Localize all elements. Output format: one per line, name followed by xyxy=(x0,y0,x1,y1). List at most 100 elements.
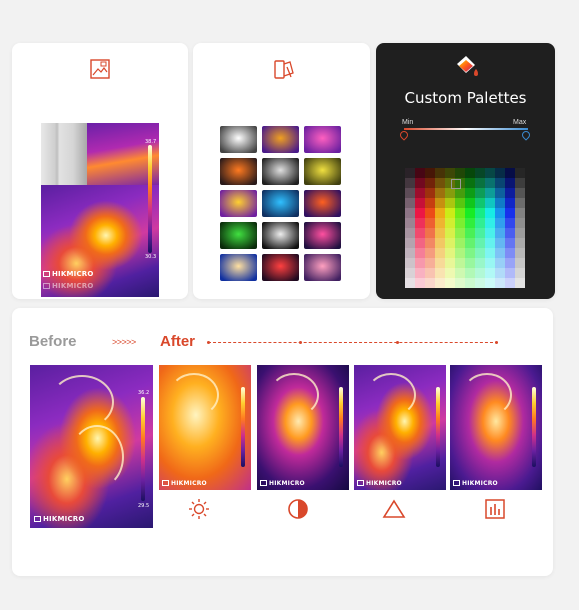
color-swatch[interactable] xyxy=(405,168,415,178)
color-swatch[interactable] xyxy=(445,238,455,248)
color-swatch[interactable] xyxy=(475,188,485,198)
color-swatch[interactable] xyxy=(445,208,455,218)
palette-thumbnail[interactable] xyxy=(262,222,299,249)
color-swatch[interactable] xyxy=(435,268,445,278)
color-swatch[interactable] xyxy=(515,208,525,218)
color-swatch[interactable] xyxy=(425,188,435,198)
color-swatch[interactable] xyxy=(475,258,485,268)
color-swatch[interactable] xyxy=(505,248,515,258)
color-swatch[interactable] xyxy=(415,218,425,228)
color-swatch[interactable] xyxy=(495,218,505,228)
color-swatch[interactable] xyxy=(485,168,495,178)
color-swatch[interactable] xyxy=(405,218,415,228)
color-swatch[interactable] xyxy=(465,208,475,218)
color-swatch[interactable] xyxy=(415,228,425,238)
color-swatch[interactable] xyxy=(505,178,515,188)
color-swatch[interactable] xyxy=(475,238,485,248)
color-swatch[interactable] xyxy=(435,248,445,258)
color-swatch[interactable] xyxy=(435,168,445,178)
color-swatch[interactable] xyxy=(515,198,525,208)
palette-thumbnail[interactable] xyxy=(262,126,299,153)
color-swatch[interactable] xyxy=(485,178,495,188)
color-swatch[interactable] xyxy=(455,228,465,238)
palette-thumbnail[interactable] xyxy=(220,222,257,249)
color-swatch[interactable] xyxy=(455,188,465,198)
color-swatch[interactable] xyxy=(515,168,525,178)
color-swatch[interactable] xyxy=(485,258,495,268)
color-swatch[interactable] xyxy=(415,258,425,268)
color-swatch[interactable] xyxy=(475,198,485,208)
color-swatch[interactable] xyxy=(515,228,525,238)
color-swatch[interactable] xyxy=(485,248,495,258)
palette-thumbnail[interactable] xyxy=(220,126,257,153)
color-swatch[interactable] xyxy=(475,168,485,178)
color-swatch[interactable] xyxy=(505,238,515,248)
color-swatch[interactable] xyxy=(435,238,445,248)
palette-range-slider[interactable] xyxy=(404,128,528,130)
palette-thumbnail[interactable] xyxy=(304,222,341,249)
color-swatch[interactable] xyxy=(445,258,455,268)
color-swatch[interactable] xyxy=(425,278,435,288)
color-swatch[interactable] xyxy=(405,258,415,268)
color-swatch[interactable] xyxy=(515,258,525,268)
color-swatch[interactable] xyxy=(405,278,415,288)
color-swatch[interactable] xyxy=(505,278,515,288)
color-swatch[interactable] xyxy=(425,218,435,228)
color-swatch[interactable] xyxy=(445,248,455,258)
color-swatch[interactable] xyxy=(425,268,435,278)
color-swatch[interactable] xyxy=(475,268,485,278)
color-swatch[interactable] xyxy=(405,198,415,208)
color-swatch[interactable] xyxy=(435,278,445,288)
color-swatch[interactable] xyxy=(485,188,495,198)
color-swatch[interactable] xyxy=(505,168,515,178)
brightness-icon[interactable] xyxy=(188,498,210,520)
palette-thumbnail[interactable] xyxy=(262,254,299,281)
color-swatch[interactable] xyxy=(465,278,475,288)
color-swatch[interactable] xyxy=(505,218,515,228)
color-swatch[interactable] xyxy=(465,188,475,198)
color-swatch[interactable] xyxy=(435,228,445,238)
color-swatch[interactable] xyxy=(455,278,465,288)
color-swatch[interactable] xyxy=(485,268,495,278)
color-swatch[interactable] xyxy=(505,258,515,268)
color-swatch[interactable] xyxy=(475,228,485,238)
color-swatch[interactable] xyxy=(435,198,445,208)
color-swatch[interactable] xyxy=(405,238,415,248)
color-swatch[interactable] xyxy=(485,198,495,208)
color-swatch[interactable] xyxy=(495,188,505,198)
color-swatch[interactable] xyxy=(435,258,445,268)
color-swatch[interactable] xyxy=(455,238,465,248)
color-swatch[interactable] xyxy=(515,248,525,258)
palette-thumbnail[interactable] xyxy=(220,254,257,281)
color-swatch[interactable] xyxy=(425,198,435,208)
color-swatch[interactable] xyxy=(415,238,425,248)
triangle-icon[interactable] xyxy=(382,498,406,520)
color-swatch[interactable] xyxy=(405,248,415,258)
color-swatch[interactable] xyxy=(485,278,495,288)
color-swatch[interactable] xyxy=(465,228,475,238)
color-swatch[interactable] xyxy=(415,178,425,188)
color-swatch[interactable] xyxy=(485,208,495,218)
palette-thumbnail[interactable] xyxy=(304,158,341,185)
color-swatch[interactable] xyxy=(455,168,465,178)
color-swatch[interactable] xyxy=(515,218,525,228)
color-swatch[interactable] xyxy=(405,208,415,218)
palette-thumbnail[interactable] xyxy=(304,254,341,281)
color-swatch[interactable] xyxy=(445,268,455,278)
color-swatch[interactable] xyxy=(435,208,445,218)
color-swatch[interactable] xyxy=(475,208,485,218)
color-swatch[interactable] xyxy=(495,168,505,178)
color-swatch[interactable] xyxy=(495,248,505,258)
color-swatch[interactable] xyxy=(445,198,455,208)
color-swatch[interactable] xyxy=(455,208,465,218)
color-swatch[interactable] xyxy=(485,238,495,248)
color-swatch[interactable] xyxy=(455,198,465,208)
palette-thumbnail[interactable] xyxy=(262,190,299,217)
color-swatch[interactable] xyxy=(425,248,435,258)
color-swatch[interactable] xyxy=(415,248,425,258)
color-swatch[interactable] xyxy=(495,178,505,188)
palette-thumbnail[interactable] xyxy=(304,126,341,153)
color-swatch[interactable] xyxy=(415,208,425,218)
color-swatch[interactable] xyxy=(435,178,445,188)
palette-thumbnail[interactable] xyxy=(304,190,341,217)
